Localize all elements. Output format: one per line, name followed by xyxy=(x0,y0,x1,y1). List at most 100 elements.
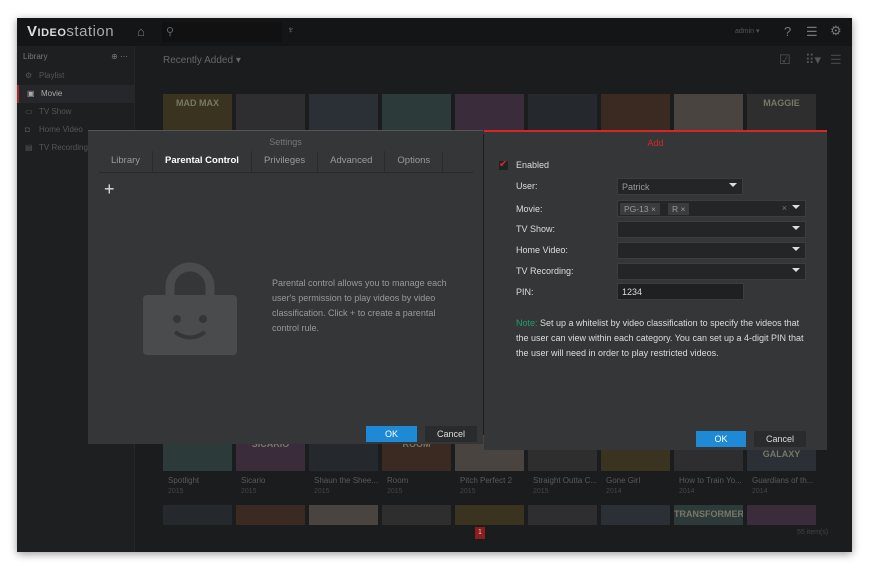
tab-privileges[interactable]: Privileges xyxy=(252,151,319,172)
movie-poster[interactable]: TRANSFORMERS xyxy=(674,505,743,525)
movie-poster[interactable] xyxy=(601,505,670,525)
user-menu[interactable]: admin ▾ xyxy=(735,27,760,35)
movie-year: 2015 xyxy=(387,488,403,495)
tab-parental-control[interactable]: Parental Control xyxy=(153,151,252,172)
movie-poster[interactable] xyxy=(674,94,743,134)
logo: VIDEOstation xyxy=(27,23,115,40)
rating-chip[interactable]: R × xyxy=(668,203,690,215)
user-label: User: xyxy=(516,181,538,191)
sidebar-item-playlist[interactable]: ⚙ Playlist xyxy=(17,67,134,85)
tv-show-label: TV Show: xyxy=(516,224,556,234)
settings-title: Settings xyxy=(269,137,302,147)
movie-poster[interactable] xyxy=(309,94,378,134)
pin-value: 1234 xyxy=(622,287,643,297)
enabled-label: Enabled xyxy=(516,160,550,170)
rating-chip[interactable]: PG-13 × xyxy=(620,203,660,215)
movie-poster[interactable] xyxy=(455,505,524,525)
parental-control-description: Parental control allows you to manage ea… xyxy=(272,278,447,333)
user-value: Patrick xyxy=(622,182,650,192)
add-rule-button[interactable]: + xyxy=(104,179,115,200)
home-video-label: Home Video: xyxy=(516,245,568,255)
movie-poster[interactable]: MAGGIE xyxy=(747,94,816,134)
add-rule-panel: Add ✔ Enabled User: Patrick Movie: PG-13… xyxy=(484,130,827,450)
movie-year: 2015 xyxy=(460,488,476,495)
sidebar-header: Library ⊕ ⋯ xyxy=(23,52,128,61)
movie-title: Gone Girl xyxy=(606,476,641,485)
movie-year: 2014 xyxy=(679,488,695,495)
movie-title: Spotlight xyxy=(168,476,200,485)
add-cancel-button[interactable]: Cancel xyxy=(754,431,806,447)
gear-icon[interactable]: ⚙ xyxy=(830,23,842,39)
tab-library[interactable]: Library xyxy=(99,151,154,172)
movie-title: Room xyxy=(387,476,409,485)
movie-year: 2015 xyxy=(168,488,184,495)
settings-cancel-button[interactable]: Cancel xyxy=(425,426,477,442)
tab-options[interactable]: Options xyxy=(385,151,444,172)
movie-title: Sicario xyxy=(241,476,266,485)
search-icon: ⚲ xyxy=(166,26,175,38)
movie-select[interactable]: PG-13 × R × × xyxy=(617,200,806,217)
movie-year: 2014 xyxy=(752,488,768,495)
movie-poster[interactable] xyxy=(309,505,378,525)
clear-icon[interactable]: × xyxy=(782,203,787,213)
lock-icon xyxy=(143,262,237,355)
section-dropdown[interactable]: Recently Added ▾ xyxy=(163,55,241,66)
movie-poster[interactable] xyxy=(747,505,816,525)
pin-input[interactable]: 1234 xyxy=(617,283,744,300)
movie-year: 2015 xyxy=(533,488,549,495)
movie-year: 2014 xyxy=(606,488,622,495)
list-view-icon[interactable]: ☰ xyxy=(830,52,842,68)
movie-poster[interactable]: MAD MAX xyxy=(163,94,232,134)
add-library-icon[interactable]: ⊕ ⋯ xyxy=(111,52,128,61)
grid-view-icon[interactable]: ⠿▾ xyxy=(805,52,821,68)
chevron-down-icon xyxy=(729,183,737,187)
sidebar-item-tv-show[interactable]: ▭ TV Show xyxy=(17,103,134,121)
recording-icon: ▤ xyxy=(25,143,33,152)
chevron-down-icon xyxy=(792,247,800,251)
task-list-icon[interactable]: ☰ xyxy=(806,24,818,40)
tv-recording-select[interactable] xyxy=(617,263,806,280)
note-text: Note: Set up a whitelist by video classi… xyxy=(516,318,804,358)
camera-icon: ◘ xyxy=(25,125,30,134)
movie-poster[interactable] xyxy=(163,505,232,525)
settings-ok-button[interactable]: OK xyxy=(366,426,417,442)
tab-advanced[interactable]: Advanced xyxy=(318,151,386,172)
sidebar-item-movie[interactable]: ▣ Movie xyxy=(17,85,134,103)
chevron-down-icon xyxy=(792,268,800,272)
chevron-down-icon xyxy=(792,205,800,209)
movie-poster[interactable] xyxy=(382,505,451,525)
playlist-icon: ⚙ xyxy=(25,71,33,80)
movie-icon: ▣ xyxy=(27,89,35,98)
movie-title: Straight Outta C... xyxy=(533,476,598,485)
movie-poster[interactable] xyxy=(455,94,524,134)
movie-poster[interactable] xyxy=(601,94,670,134)
home-icon[interactable]: ⌂ xyxy=(137,24,145,39)
movie-year: 2015 xyxy=(241,488,257,495)
settings-tabs: Library Parental Control Privileges Adva… xyxy=(99,151,473,173)
filter-icon[interactable]: ♆ xyxy=(287,25,295,36)
search-input[interactable]: ⚲ xyxy=(162,22,282,42)
user-select[interactable]: Patrick xyxy=(617,178,743,195)
settings-dialog: Settings Library Parental Control Privil… xyxy=(88,130,483,444)
tv-show-select[interactable] xyxy=(617,221,806,238)
movie-title: How to Train Yo... xyxy=(679,476,742,485)
movie-poster[interactable] xyxy=(236,505,305,525)
movie-title: Shaun the Shee... xyxy=(314,476,379,485)
movie-poster[interactable] xyxy=(528,505,597,525)
movie-poster[interactable] xyxy=(382,94,451,134)
movie-poster[interactable] xyxy=(236,94,305,134)
pin-label: PIN: xyxy=(516,287,534,297)
select-icon[interactable]: ☑ xyxy=(779,52,791,68)
movie-year: 2015 xyxy=(314,488,330,495)
help-icon[interactable]: ? xyxy=(784,24,791,39)
add-title: Add xyxy=(647,138,664,148)
items-count: 55 item(s) xyxy=(797,529,829,536)
tv-icon: ▭ xyxy=(25,107,33,116)
add-ok-button[interactable]: OK xyxy=(696,431,746,447)
movie-title: Pitch Perfect 2 xyxy=(460,476,513,485)
movie-title: Guardians of th... xyxy=(752,476,814,485)
page-current[interactable]: 1 xyxy=(475,527,485,539)
enabled-checkbox[interactable]: ✔ xyxy=(499,160,508,170)
home-video-select[interactable] xyxy=(617,242,806,259)
movie-poster[interactable] xyxy=(528,94,597,134)
